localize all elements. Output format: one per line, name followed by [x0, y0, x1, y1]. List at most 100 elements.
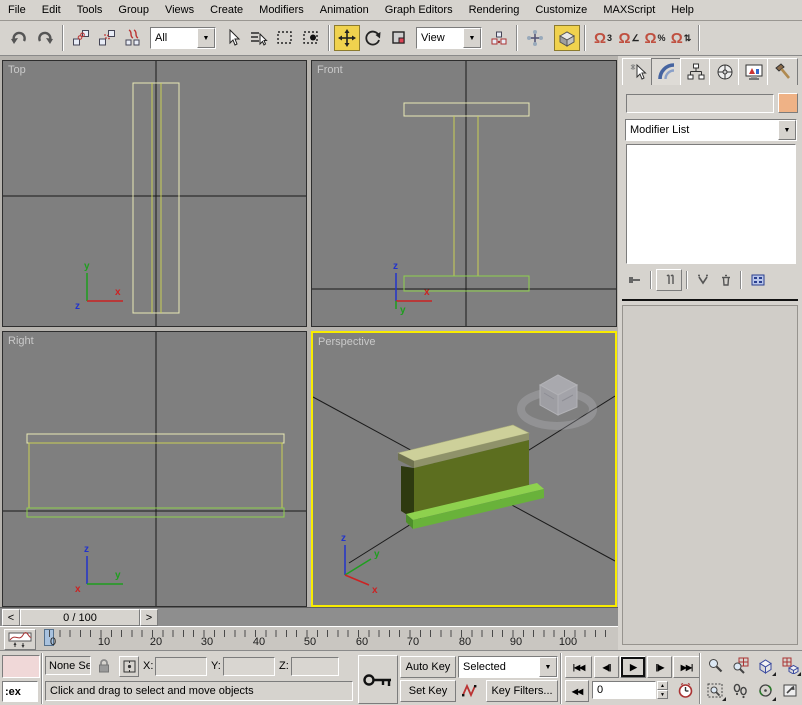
- time-slider-prev-button[interactable]: <: [2, 609, 20, 626]
- make-unique-button[interactable]: [692, 270, 714, 290]
- dropdown-arrow-icon[interactable]: ▼: [463, 28, 481, 48]
- default-in-out-tangents-button[interactable]: [458, 680, 482, 700]
- tab-hierarchy[interactable]: [680, 58, 711, 85]
- show-end-result-button[interactable]: [656, 269, 682, 291]
- keyboard-shortcut-override-toggle[interactable]: [554, 25, 580, 51]
- unlink-selection-button[interactable]: [94, 25, 120, 51]
- percent-snap-toggle-button[interactable]: Ω%: [642, 25, 668, 51]
- window-crossing-toggle-button[interactable]: [298, 25, 324, 51]
- zoom-button[interactable]: [703, 654, 727, 677]
- menu-animation[interactable]: Animation: [312, 2, 377, 18]
- tab-display[interactable]: [738, 58, 769, 85]
- tab-create[interactable]: [622, 58, 653, 85]
- remove-modifier-button[interactable]: [714, 270, 736, 290]
- select-by-name-button[interactable]: [246, 25, 272, 51]
- select-and-link-button[interactable]: [68, 25, 94, 51]
- viewport-right-label: Right: [8, 335, 34, 347]
- viewport-right[interactable]: Right z y x: [2, 331, 307, 607]
- key-filters-button[interactable]: Key Filters...: [486, 680, 558, 702]
- modifier-list-dropdown[interactable]: Modifier List ▼: [625, 119, 797, 141]
- y-coordinate-label: Y:: [211, 660, 221, 672]
- menu-create[interactable]: Create: [202, 2, 251, 18]
- spinner-down-button[interactable]: ▼: [657, 690, 668, 699]
- viewport-front[interactable]: Front z x y: [311, 60, 617, 327]
- status-separator: [560, 653, 562, 704]
- previous-frame-button[interactable]: ◀||: [594, 656, 619, 678]
- use-pivot-point-center-button[interactable]: [486, 25, 512, 51]
- menu-rendering[interactable]: Rendering: [461, 2, 528, 18]
- current-frame-field[interactable]: 0: [592, 681, 656, 699]
- snap-toggle-button[interactable]: Ω3: [590, 25, 616, 51]
- bind-to-space-warp-button[interactable]: [120, 25, 146, 51]
- undo-button[interactable]: [6, 25, 32, 51]
- viewport-top-label: Top: [8, 64, 26, 76]
- zoom-extents-all-button[interactable]: [778, 654, 802, 677]
- set-keys-button[interactable]: [358, 655, 398, 704]
- dropdown-arrow-icon[interactable]: ▼: [778, 120, 796, 140]
- object-name-field[interactable]: [626, 94, 774, 113]
- maximize-viewport-toggle-button[interactable]: [778, 679, 802, 702]
- dropdown-arrow-icon[interactable]: ▼: [197, 28, 215, 48]
- arc-rotate-button[interactable]: [753, 679, 777, 702]
- maxscript-listener-pane[interactable]: :ex: [2, 681, 38, 702]
- y-coordinate-field[interactable]: [223, 657, 275, 676]
- rectangular-selection-region-button[interactable]: [272, 25, 298, 51]
- viewport-top[interactable]: Top y x z: [2, 60, 307, 327]
- auto-key-button[interactable]: Auto Key: [400, 656, 456, 678]
- menu-tools[interactable]: Tools: [69, 2, 111, 18]
- redo-button[interactable]: [32, 25, 58, 51]
- selection-lock-toggle[interactable]: [96, 657, 112, 678]
- dropdown-arrow-icon[interactable]: ▼: [539, 657, 557, 677]
- rollout-area[interactable]: [622, 305, 798, 645]
- select-and-rotate-button[interactable]: [360, 25, 386, 51]
- reference-coordinate-system-dropdown[interactable]: View ▼: [416, 27, 482, 49]
- menu-graph-editors[interactable]: Graph Editors: [377, 2, 461, 18]
- spinner-snap-toggle-button[interactable]: Ω ⇅: [668, 25, 694, 51]
- play-button[interactable]: ▶: [620, 656, 646, 678]
- x-coordinate-field[interactable]: [155, 657, 207, 676]
- time-slider-next-button[interactable]: >: [140, 609, 158, 626]
- pin-stack-button[interactable]: [624, 270, 646, 290]
- pan-view-button[interactable]: [728, 679, 752, 702]
- z-coordinate-field[interactable]: [291, 657, 339, 676]
- open-mini-curve-editor-button[interactable]: [4, 629, 36, 650]
- select-and-move-button[interactable]: [334, 25, 360, 51]
- time-configuration-button[interactable]: [674, 680, 696, 700]
- modifier-stack-list[interactable]: [626, 144, 796, 264]
- select-and-manipulate-button[interactable]: [522, 25, 548, 51]
- next-frame-button[interactable]: ||▶: [647, 656, 672, 678]
- object-color-swatch[interactable]: [778, 93, 798, 113]
- select-and-rotate-icon: [365, 30, 381, 46]
- svg-text:x: x: [75, 584, 81, 595]
- time-slider-handle[interactable]: 0 / 100: [20, 609, 140, 626]
- menu-help[interactable]: Help: [663, 2, 702, 18]
- tab-modify[interactable]: [651, 58, 682, 85]
- configure-modifier-sets-button[interactable]: [746, 270, 770, 290]
- macro-recorder-pane[interactable]: [2, 655, 40, 678]
- select-and-scale-button[interactable]: [386, 25, 412, 51]
- track-bar[interactable]: 0 10 20 30 40 50 60 70 80 90 100: [0, 626, 618, 650]
- key-filter-dropdown[interactable]: Selected ▼: [458, 656, 558, 678]
- menu-modifiers[interactable]: Modifiers: [251, 2, 312, 18]
- zoom-extents-button[interactable]: [753, 654, 777, 677]
- select-object-button[interactable]: [220, 25, 246, 51]
- tab-utilities[interactable]: [767, 58, 798, 85]
- set-key-button[interactable]: Set Key: [400, 680, 456, 702]
- menu-customize[interactable]: Customize: [527, 2, 595, 18]
- region-zoom-button[interactable]: [703, 679, 727, 702]
- go-to-start-button[interactable]: |◀◀: [565, 656, 592, 678]
- absolute-offset-mode-toggle[interactable]: [119, 656, 139, 677]
- viewport-perspective[interactable]: Perspective z y x: [311, 331, 617, 607]
- spinner-up-button[interactable]: ▲: [657, 681, 668, 690]
- key-mode-toggle-button[interactable]: ◀◀: [565, 680, 589, 702]
- tab-motion[interactable]: [709, 58, 740, 85]
- go-to-end-button[interactable]: ▶▶|: [673, 656, 700, 678]
- zoom-all-button[interactable]: [728, 654, 752, 677]
- menu-views[interactable]: Views: [157, 2, 202, 18]
- angle-snap-toggle-button[interactable]: Ω ∠: [616, 25, 642, 51]
- menu-group[interactable]: Group: [110, 2, 157, 18]
- menu-file[interactable]: File: [0, 2, 34, 18]
- menu-maxscript[interactable]: MAXScript: [595, 2, 663, 18]
- menu-edit[interactable]: Edit: [34, 2, 69, 18]
- selection-filter-dropdown[interactable]: All ▼: [150, 27, 216, 49]
